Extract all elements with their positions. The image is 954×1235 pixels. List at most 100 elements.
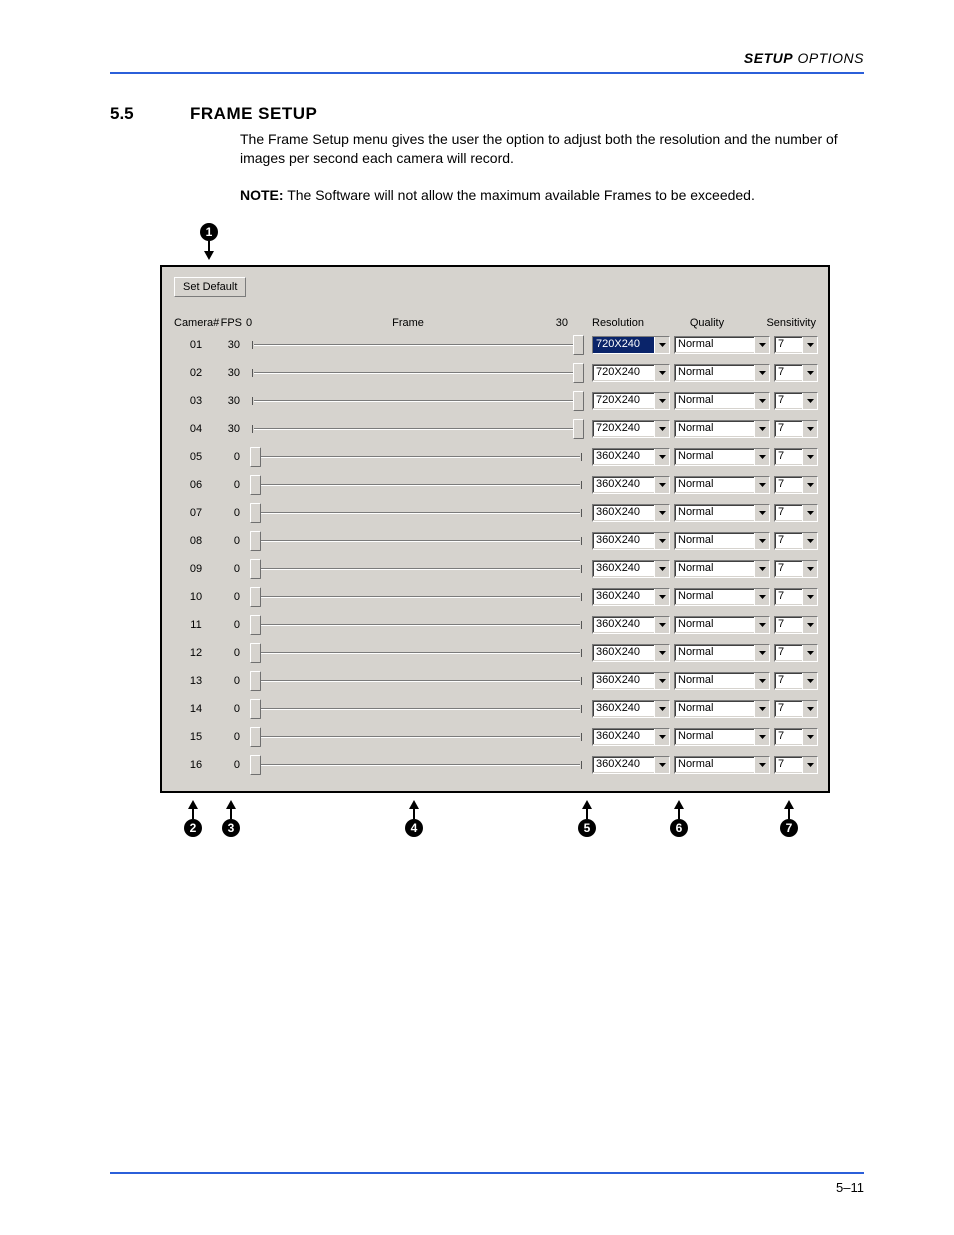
resolution-select[interactable]: 360X240 — [592, 672, 670, 690]
chevron-down-icon[interactable] — [802, 533, 817, 549]
resolution-select[interactable]: 360X240 — [592, 476, 670, 494]
frame-slider[interactable] — [250, 503, 584, 523]
chevron-down-icon[interactable] — [802, 589, 817, 605]
resolution-select[interactable]: 360X240 — [592, 504, 670, 522]
resolution-select[interactable]: 360X240 — [592, 588, 670, 606]
slider-thumb[interactable] — [573, 419, 584, 439]
resolution-select[interactable]: 720X240 — [592, 420, 670, 438]
sensitivity-select[interactable]: 7 — [774, 532, 818, 550]
slider-thumb[interactable] — [250, 727, 261, 747]
sensitivity-select[interactable]: 7 — [774, 448, 818, 466]
slider-thumb[interactable] — [250, 475, 261, 495]
frame-slider[interactable] — [250, 531, 584, 551]
chevron-down-icon[interactable] — [754, 729, 769, 745]
resolution-select[interactable]: 360X240 — [592, 756, 670, 774]
frame-slider[interactable] — [250, 699, 584, 719]
resolution-select[interactable]: 360X240 — [592, 532, 670, 550]
slider-thumb[interactable] — [250, 643, 261, 663]
chevron-down-icon[interactable] — [754, 645, 769, 661]
resolution-select[interactable]: 720X240 — [592, 364, 670, 382]
chevron-down-icon[interactable] — [754, 673, 769, 689]
chevron-down-icon[interactable] — [654, 393, 669, 409]
chevron-down-icon[interactable] — [754, 449, 769, 465]
chevron-down-icon[interactable] — [754, 533, 769, 549]
sensitivity-select[interactable]: 7 — [774, 364, 818, 382]
chevron-down-icon[interactable] — [802, 561, 817, 577]
slider-thumb[interactable] — [573, 335, 584, 355]
resolution-select[interactable]: 360X240 — [592, 616, 670, 634]
sensitivity-select[interactable]: 7 — [774, 504, 818, 522]
quality-select[interactable]: Normal — [674, 476, 770, 494]
frame-slider[interactable] — [250, 615, 584, 635]
resolution-select[interactable]: 360X240 — [592, 448, 670, 466]
resolution-select[interactable]: 360X240 — [592, 560, 670, 578]
quality-select[interactable]: Normal — [674, 644, 770, 662]
set-default-button[interactable]: Set Default — [174, 277, 246, 297]
chevron-down-icon[interactable] — [654, 337, 669, 353]
chevron-down-icon[interactable] — [802, 617, 817, 633]
resolution-select[interactable]: 720X240 — [592, 392, 670, 410]
chevron-down-icon[interactable] — [654, 673, 669, 689]
chevron-down-icon[interactable] — [754, 505, 769, 521]
frame-slider[interactable] — [250, 475, 584, 495]
chevron-down-icon[interactable] — [802, 365, 817, 381]
frame-slider[interactable] — [250, 755, 584, 775]
sensitivity-select[interactable]: 7 — [774, 728, 818, 746]
slider-thumb[interactable] — [250, 559, 261, 579]
chevron-down-icon[interactable] — [754, 477, 769, 493]
chevron-down-icon[interactable] — [802, 757, 817, 773]
quality-select[interactable]: Normal — [674, 504, 770, 522]
quality-select[interactable]: Normal — [674, 700, 770, 718]
chevron-down-icon[interactable] — [654, 617, 669, 633]
chevron-down-icon[interactable] — [802, 701, 817, 717]
chevron-down-icon[interactable] — [654, 505, 669, 521]
chevron-down-icon[interactable] — [754, 337, 769, 353]
quality-select[interactable]: Normal — [674, 392, 770, 410]
chevron-down-icon[interactable] — [802, 505, 817, 521]
chevron-down-icon[interactable] — [654, 561, 669, 577]
frame-slider[interactable] — [250, 363, 584, 383]
frame-slider[interactable] — [250, 335, 584, 355]
sensitivity-select[interactable]: 7 — [774, 392, 818, 410]
frame-slider[interactable] — [250, 559, 584, 579]
sensitivity-select[interactable]: 7 — [774, 644, 818, 662]
slider-thumb[interactable] — [573, 363, 584, 383]
quality-select[interactable]: Normal — [674, 588, 770, 606]
chevron-down-icon[interactable] — [754, 589, 769, 605]
slider-thumb[interactable] — [250, 615, 261, 635]
chevron-down-icon[interactable] — [654, 449, 669, 465]
resolution-select[interactable]: 360X240 — [592, 700, 670, 718]
chevron-down-icon[interactable] — [802, 729, 817, 745]
chevron-down-icon[interactable] — [754, 365, 769, 381]
chevron-down-icon[interactable] — [754, 421, 769, 437]
frame-slider[interactable] — [250, 671, 584, 691]
chevron-down-icon[interactable] — [754, 617, 769, 633]
chevron-down-icon[interactable] — [802, 477, 817, 493]
frame-slider[interactable] — [250, 447, 584, 467]
chevron-down-icon[interactable] — [802, 449, 817, 465]
chevron-down-icon[interactable] — [754, 757, 769, 773]
sensitivity-select[interactable]: 7 — [774, 476, 818, 494]
chevron-down-icon[interactable] — [654, 421, 669, 437]
frame-slider[interactable] — [250, 391, 584, 411]
chevron-down-icon[interactable] — [802, 421, 817, 437]
slider-thumb[interactable] — [250, 755, 261, 775]
sensitivity-select[interactable]: 7 — [774, 756, 818, 774]
slider-thumb[interactable] — [250, 699, 261, 719]
sensitivity-select[interactable]: 7 — [774, 616, 818, 634]
sensitivity-select[interactable]: 7 — [774, 336, 818, 354]
resolution-select[interactable]: 720X240 — [592, 336, 670, 354]
quality-select[interactable]: Normal — [674, 364, 770, 382]
chevron-down-icon[interactable] — [654, 477, 669, 493]
quality-select[interactable]: Normal — [674, 728, 770, 746]
chevron-down-icon[interactable] — [754, 561, 769, 577]
chevron-down-icon[interactable] — [654, 589, 669, 605]
chevron-down-icon[interactable] — [654, 757, 669, 773]
quality-select[interactable]: Normal — [674, 560, 770, 578]
quality-select[interactable]: Normal — [674, 532, 770, 550]
chevron-down-icon[interactable] — [654, 533, 669, 549]
chevron-down-icon[interactable] — [654, 365, 669, 381]
frame-slider[interactable] — [250, 727, 584, 747]
slider-thumb[interactable] — [250, 671, 261, 691]
quality-select[interactable]: Normal — [674, 616, 770, 634]
